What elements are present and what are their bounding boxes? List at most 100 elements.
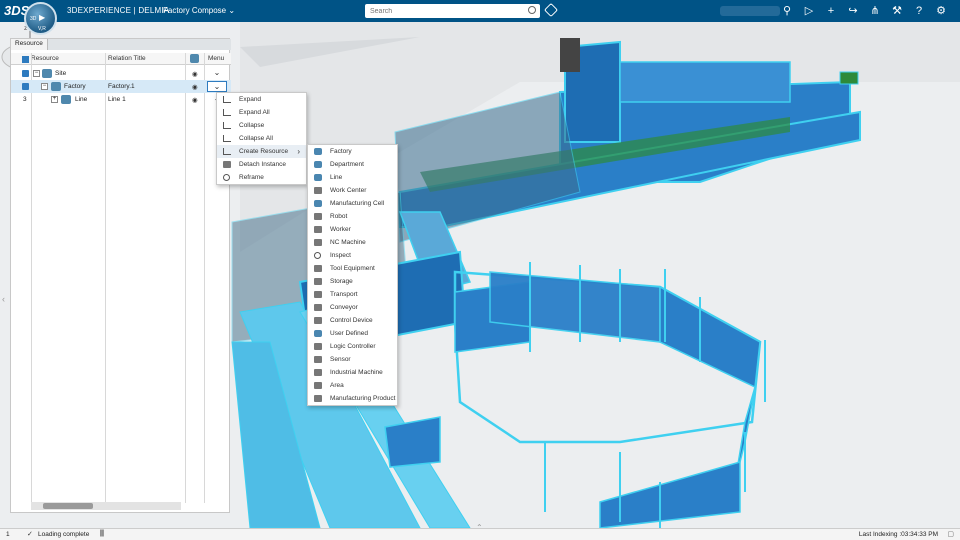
- expand-icon[interactable]: ▢: [947, 530, 954, 538]
- column-menu[interactable]: Menu: [208, 55, 224, 62]
- submenu-item-storage[interactable]: Storage: [308, 275, 397, 288]
- row-number: 3: [23, 96, 27, 103]
- submenu-item-industrial-machine[interactable]: Industrial Machine: [308, 366, 397, 379]
- submenu-item-transport[interactable]: Transport: [308, 288, 397, 301]
- chevron-right-icon: ›: [297, 147, 300, 156]
- eye-icon[interactable]: ◉: [192, 83, 198, 91]
- robot-icon: [314, 213, 322, 220]
- user-defined-icon: [314, 330, 322, 337]
- pause-button[interactable]: ||: [100, 530, 104, 537]
- manufacturing-product-icon: [314, 395, 322, 402]
- tree-collapse-all-icon: [223, 135, 231, 142]
- status-counter: 1: [6, 531, 10, 538]
- submenu-item-nc-machine[interactable]: NC Machine: [308, 236, 397, 249]
- tree-row[interactable]: − Site ◉ ⌄: [11, 67, 231, 80]
- chevron-left-icon[interactable]: ‹: [2, 294, 5, 304]
- menu-item-expand-all[interactable]: Expand All: [217, 106, 306, 119]
- toolbar-right: ⚲ ▷ + ↪ ⋔ ⚒ ? ⚙: [776, 3, 952, 19]
- help-icon[interactable]: ?: [908, 3, 930, 19]
- submenu-item-robot[interactable]: Robot: [308, 210, 397, 223]
- status-bar: 1 ✓ Loading complete || ⌃ Last Indexing …: [0, 523, 960, 540]
- add-icon[interactable]: +: [820, 3, 842, 19]
- column-resource[interactable]: Resource: [31, 55, 59, 62]
- tab-resource[interactable]: Resource: [11, 39, 48, 50]
- create-icon: [223, 148, 231, 155]
- compass-widget[interactable]: 3D ▶ V,R: [24, 2, 57, 35]
- check-icon: ✓: [27, 531, 33, 538]
- chevron-down-icon: ⌄: [228, 6, 236, 15]
- column-relation-title[interactable]: Relation Title: [108, 55, 146, 62]
- submenu-item-tool-equipment[interactable]: Tool Equipment: [308, 262, 397, 275]
- work-center-icon: [314, 187, 322, 194]
- tree-collapse-icon: [223, 122, 231, 129]
- submenu-item-control-device[interactable]: Control Device: [308, 314, 397, 327]
- menu-item-collapse[interactable]: Collapse: [217, 119, 306, 132]
- select-all-checkbox[interactable]: [22, 56, 29, 63]
- create-resource-submenu: Factory Department Line Work Center Manu…: [307, 144, 398, 406]
- menu-item-reframe[interactable]: Reframe: [217, 171, 306, 184]
- detach-icon: [223, 161, 231, 168]
- eye-icon[interactable]: ◉: [192, 70, 198, 78]
- play-icon: ▶: [39, 13, 46, 22]
- status-message: Loading complete: [38, 531, 90, 538]
- indexing-status: Last Indexing :03:34:33 PM: [858, 531, 938, 538]
- tool-equipment-icon: [314, 265, 322, 272]
- submenu-item-worker[interactable]: Worker: [308, 223, 397, 236]
- line-icon: [61, 95, 71, 104]
- submenu-item-line[interactable]: Line: [308, 171, 397, 184]
- submenu-item-user-defined[interactable]: User Defined: [308, 327, 397, 340]
- tree-row[interactable]: 3 + Line Line 1 ◉ ⌄: [11, 93, 231, 106]
- row-checkbox[interactable]: [22, 83, 29, 90]
- user-icon[interactable]: ⚲: [776, 3, 798, 19]
- app-name-dropdown[interactable]: Factory Compose ⌄: [163, 6, 235, 15]
- row-checkbox[interactable]: [22, 70, 29, 77]
- submenu-item-factory[interactable]: Factory: [308, 145, 397, 158]
- horizontal-scrollbar[interactable]: [31, 502, 181, 510]
- tools-icon[interactable]: ⚒: [886, 3, 908, 19]
- submenu-item-work-center[interactable]: Work Center: [308, 184, 397, 197]
- worker-icon: [314, 226, 322, 233]
- reframe-icon: [223, 174, 230, 181]
- top-bar: 3DS 3DEXPERIENCE | DELMIA Factory Compos…: [0, 0, 960, 22]
- share-icon[interactable]: ▷: [798, 3, 820, 19]
- tag-icon[interactable]: [543, 2, 559, 18]
- transport-icon: [314, 291, 322, 298]
- submenu-item-sensor[interactable]: Sensor: [308, 353, 397, 366]
- chevron-up-icon[interactable]: ⌃: [476, 523, 483, 532]
- compass-vr-label: V,R: [38, 26, 46, 32]
- menu-item-detach-instance[interactable]: Detach Instance: [217, 158, 306, 171]
- collapse-toggle[interactable]: −: [33, 70, 40, 77]
- menu-item-collapse-all[interactable]: Collapse All: [217, 132, 306, 145]
- submenu-item-manufacturing-product[interactable]: Manufacturing Product: [308, 392, 397, 405]
- collapse-toggle[interactable]: −: [41, 83, 48, 90]
- tree-row[interactable]: − Factory Factory.1 ◉ ⌄: [11, 80, 231, 93]
- submenu-item-area[interactable]: Area: [308, 379, 397, 392]
- menu-item-expand[interactable]: Expand: [217, 93, 306, 106]
- relation-title: Factory.1: [108, 83, 135, 90]
- expand-toggle[interactable]: +: [51, 96, 58, 103]
- forward-icon[interactable]: ↪: [842, 3, 864, 19]
- submenu-item-logic-controller[interactable]: Logic Controller: [308, 340, 397, 353]
- search-icon[interactable]: [528, 6, 536, 14]
- settings-icon[interactable]: ⚙: [930, 3, 952, 19]
- menu-item-create-resource[interactable]: Create Resource ›: [217, 145, 306, 158]
- factory-icon: [314, 148, 322, 155]
- factory-icon: [51, 82, 61, 91]
- search-input[interactable]: [365, 4, 515, 18]
- eye-icon[interactable]: ◉: [192, 96, 198, 104]
- inspect-icon: [314, 252, 321, 259]
- storage-icon: [314, 278, 322, 285]
- department-icon: [314, 161, 322, 168]
- scrollbar-thumb[interactable]: [43, 503, 93, 509]
- logic-controller-icon: [314, 343, 322, 350]
- relation-title: Line 1: [108, 96, 126, 103]
- submenu-item-inspect[interactable]: Inspect: [308, 249, 397, 262]
- row-menu-button[interactable]: ⌄: [207, 68, 227, 79]
- row-menu-button[interactable]: ⌄: [207, 81, 227, 92]
- control-device-icon: [314, 317, 322, 324]
- submenu-item-department[interactable]: Department: [308, 158, 397, 171]
- network-icon[interactable]: ⋔: [864, 3, 886, 19]
- search-box[interactable]: [365, 4, 540, 18]
- submenu-item-manufacturing-cell[interactable]: Manufacturing Cell: [308, 197, 397, 210]
- submenu-item-conveyor[interactable]: Conveyor: [308, 301, 397, 314]
